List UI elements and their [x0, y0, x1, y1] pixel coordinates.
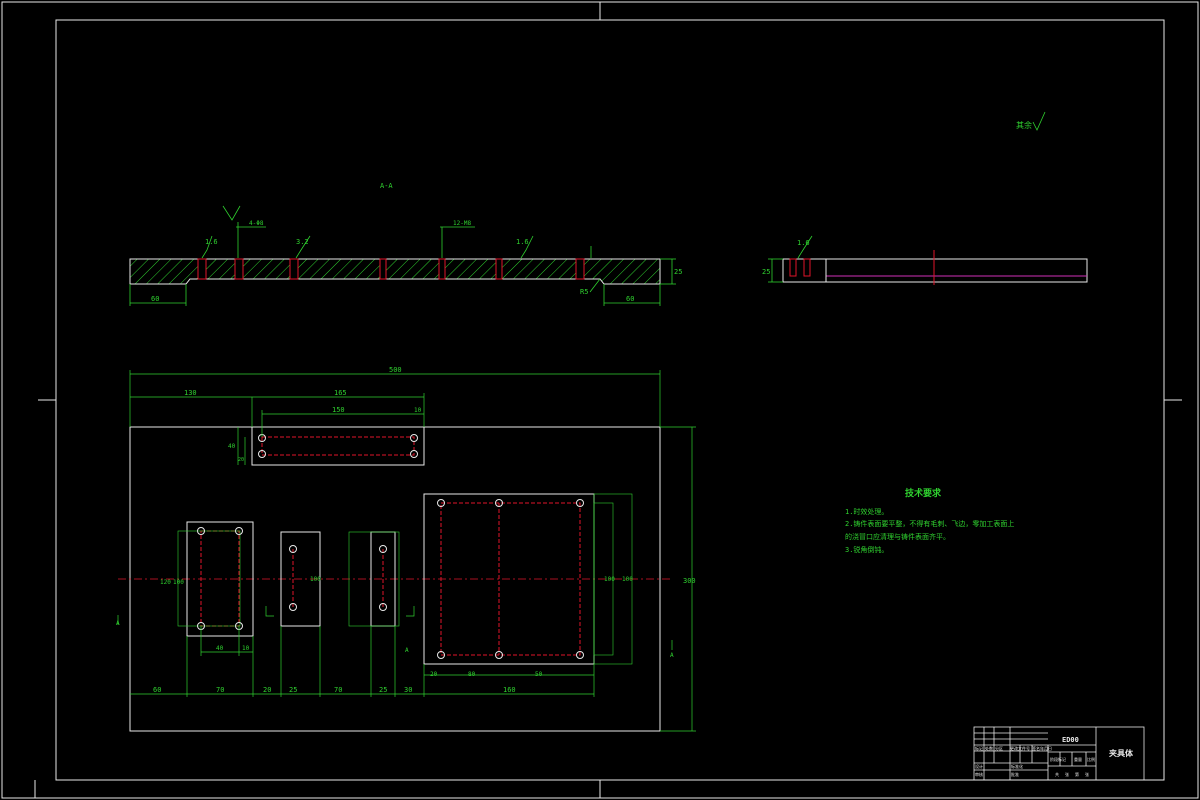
tb-label: 签名: [1032, 745, 1040, 751]
fillet-label: R5: [580, 288, 588, 296]
plan-view: 500 130 165 150 10 40 20 300 60 70 20 25…: [116, 366, 696, 732]
title-block: ED00 夹具体 标记 处数 分区 更改文件号 签名 年月日 阶段标记 重量 比…: [973, 726, 1145, 781]
tech-item: 的浇冒口应清理与铸件表面齐平。: [845, 532, 950, 541]
dim-height: 300: [683, 577, 696, 585]
side-thickness-dim: 25: [762, 268, 770, 276]
dim: 40: [216, 645, 224, 652]
dim: 100: [173, 579, 184, 586]
dim: 80: [468, 671, 476, 678]
section-dim-right: 60: [626, 295, 634, 303]
dim: 20: [430, 671, 438, 678]
tech-item: 1.时效处理。: [845, 507, 888, 516]
tb-label: 张: [1085, 771, 1089, 777]
drawing-number: ED00: [1062, 736, 1079, 744]
tech-item: 2.铸件表面要平整，不得有毛刺、飞边，零加工表面上: [845, 519, 1014, 528]
tb-label: 更改文件号: [1010, 745, 1030, 751]
tb-label: 标记: [975, 745, 983, 751]
dim-length: 500: [389, 366, 402, 374]
hole-callout: 4-Φ8: [249, 220, 264, 227]
engineering-drawing: A-A 60 60 25 1.6 3.2 1.6 4-Φ8 12-M8 R5 2…: [1, 1, 1199, 799]
dim: 30: [404, 686, 412, 694]
dim: 20: [238, 457, 244, 463]
dim: 25: [289, 686, 297, 694]
dim: 25: [379, 686, 387, 694]
hole-callout: 12-M8: [453, 220, 471, 227]
tb-label: 年月日: [1040, 745, 1052, 751]
section-mark: A: [670, 652, 674, 659]
tech-item: 3.锐角倒钝。: [845, 545, 888, 554]
dim: 160: [503, 686, 516, 694]
dim: 165: [334, 389, 347, 397]
dim: 70: [334, 686, 342, 694]
roughness-label: 1.6: [516, 238, 529, 246]
tb-label: 阶段标记: [1050, 756, 1066, 762]
side-view: 25 1.6: [762, 235, 1088, 285]
tb-label: 批准: [1011, 771, 1019, 777]
tb-label: 张: [1065, 771, 1069, 777]
tb-label: 标准化: [1011, 763, 1023, 769]
part-name: 夹具体: [1109, 748, 1134, 758]
dim: 10: [242, 645, 250, 652]
roughness-label: 3.2: [296, 238, 309, 246]
dim: 100: [604, 576, 615, 583]
dim: 100: [622, 576, 633, 583]
dim: 100: [310, 576, 321, 583]
dim: 150: [332, 406, 345, 414]
tb-label: 共: [1055, 771, 1059, 777]
tb-label: 重量: [1074, 756, 1082, 762]
section-label: A-A: [380, 182, 393, 190]
tb-label: 分区: [995, 745, 1003, 751]
surface-note: 其余: [1016, 111, 1046, 131]
dim: 120: [160, 579, 171, 586]
dim: 10: [414, 407, 422, 414]
section-view: A-A 60 60 25 1.6 3.2 1.6 4-Φ8 12-M8 R5: [129, 182, 682, 306]
tb-label: 审核: [975, 771, 983, 777]
svg-text:其余: 其余: [1016, 120, 1032, 130]
section-thickness-dim: 25: [674, 268, 682, 276]
roughness-label: 1.6: [205, 238, 218, 246]
tech-requirements: 技术要求 1.时效处理。 2.铸件表面要平整，不得有毛刺、飞边，零加工表面上 的…: [845, 487, 1014, 554]
dim: 70: [216, 686, 224, 694]
side-roughness-label: 1.6: [797, 239, 810, 247]
tb-label: 第: [1075, 771, 1079, 777]
tech-title: 技术要求: [905, 487, 942, 499]
dim: 50: [535, 671, 543, 678]
section-dim-left: 60: [151, 295, 159, 303]
section-mark: A: [116, 620, 120, 627]
tb-label: 设计: [975, 763, 983, 769]
section-mark: A: [405, 647, 409, 654]
dim: 40: [228, 443, 236, 450]
dim: 20: [263, 686, 271, 694]
dim: 130: [184, 389, 197, 397]
tb-label: 比例: [1087, 756, 1095, 762]
tb-label: 处数: [985, 745, 993, 751]
dim: 60: [153, 686, 161, 694]
